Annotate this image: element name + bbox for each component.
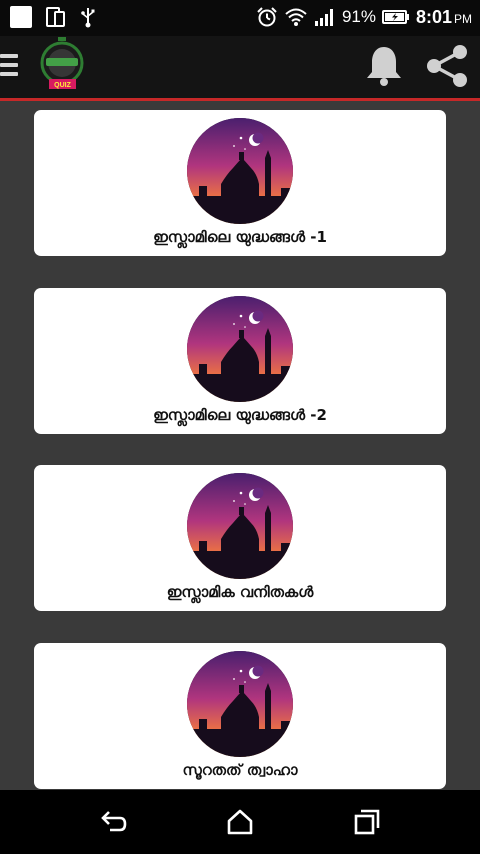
bell-icon[interactable] xyxy=(364,44,404,88)
recents-icon[interactable] xyxy=(352,808,382,836)
category-card[interactable]: ഇസ്ലാമിലെ യുദ്ധങ്ങൾ -1 xyxy=(34,110,446,256)
app-logo: QUIZ xyxy=(40,37,84,89)
notification-square-icon xyxy=(10,6,32,28)
back-icon[interactable] xyxy=(98,808,128,836)
status-bar: 91% 8:01 PM xyxy=(0,0,480,36)
category-list: ഇസ്ലാമിലെ യുദ്ധങ്ങൾ -1 ഇസ്ലാമിലെ യുദ്ധങ്… xyxy=(0,101,480,790)
battery-charging-icon xyxy=(381,10,409,24)
app-bar: QUIZ xyxy=(0,36,480,98)
clock-ampm: PM xyxy=(454,11,472,26)
signal-icon xyxy=(314,9,333,26)
mosque-thumbnail xyxy=(187,473,293,579)
clock-time: 8:01 xyxy=(415,6,452,27)
battery-percent: 91% xyxy=(341,7,376,26)
mosque-thumbnail xyxy=(187,296,293,402)
category-card[interactable]: ഇസ്ലാമിക വനിതകൾ xyxy=(34,465,446,611)
system-nav-bar xyxy=(0,790,480,854)
alarm-icon xyxy=(257,7,277,27)
usb-icon xyxy=(81,8,95,28)
home-icon[interactable] xyxy=(225,808,255,836)
category-title: ഇസ്ലാമിലെ യുദ്ധങ്ങൾ -2 xyxy=(153,406,327,424)
phone-tablet-icon xyxy=(46,7,65,27)
mosque-thumbnail xyxy=(187,651,293,757)
mosque-thumbnail xyxy=(187,118,293,224)
share-icon[interactable] xyxy=(424,42,470,90)
category-card[interactable]: സൂറതത് ത്വാഹാ xyxy=(34,643,446,789)
logo-quiz-text: QUIZ xyxy=(54,82,71,89)
hamburger-icon[interactable] xyxy=(0,54,18,78)
category-card[interactable]: ഇസ്ലാമിലെ യുദ്ധങ്ങൾ -2 xyxy=(34,288,446,434)
category-title: ഇസ്ലാമിലെ യുദ്ധങ്ങൾ -1 xyxy=(153,228,327,246)
category-title: ഇസ്ലാമിക വനിതകൾ xyxy=(166,583,314,601)
wifi-icon xyxy=(285,8,307,26)
category-title: സൂറതത് ത്വാഹാ xyxy=(182,761,298,779)
